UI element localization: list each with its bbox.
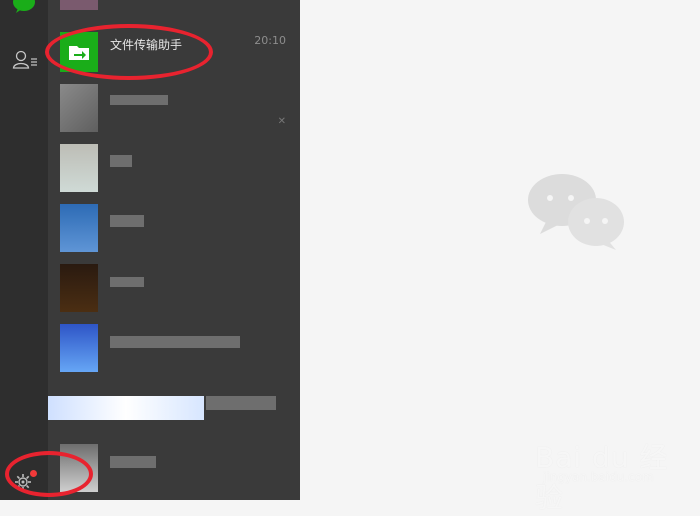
- avatar: [60, 324, 98, 372]
- avatar: [60, 264, 98, 312]
- watermark: Bai du 经验 jingyan.baidu.com: [535, 428, 695, 514]
- list-item[interactable]: [48, 260, 300, 320]
- watermark-line2: jingyan.baidu.com: [543, 470, 654, 484]
- chat-main-area: [300, 0, 700, 500]
- list-item[interactable]: [48, 0, 300, 16]
- name-blur: [110, 277, 144, 287]
- name-blur: [110, 155, 132, 167]
- list-item[interactable]: [48, 140, 300, 200]
- chat-icon[interactable]: [12, 0, 36, 14]
- name-blur: [110, 215, 144, 227]
- avatar: [60, 0, 98, 10]
- annotation-circle: [5, 451, 93, 497]
- avatar: [48, 396, 204, 420]
- name-blur: [110, 456, 156, 468]
- chat-time: 20:10: [254, 34, 286, 47]
- avatar: [60, 84, 98, 132]
- list-item[interactable]: ✕: [48, 80, 300, 140]
- name-blur: [206, 396, 276, 410]
- avatar: [60, 144, 98, 192]
- list-item[interactable]: [48, 200, 300, 260]
- wechat-logo-placeholder-icon: [526, 172, 624, 250]
- sidebar: [0, 0, 48, 500]
- list-item[interactable]: [48, 320, 300, 380]
- list-item[interactable]: [48, 380, 300, 440]
- avatar: [60, 204, 98, 252]
- mute-icon: ✕: [277, 116, 286, 127]
- contacts-icon[interactable]: [12, 50, 38, 70]
- name-blur: [110, 336, 240, 348]
- name-blur: [110, 95, 168, 105]
- annotation-circle: [45, 24, 213, 80]
